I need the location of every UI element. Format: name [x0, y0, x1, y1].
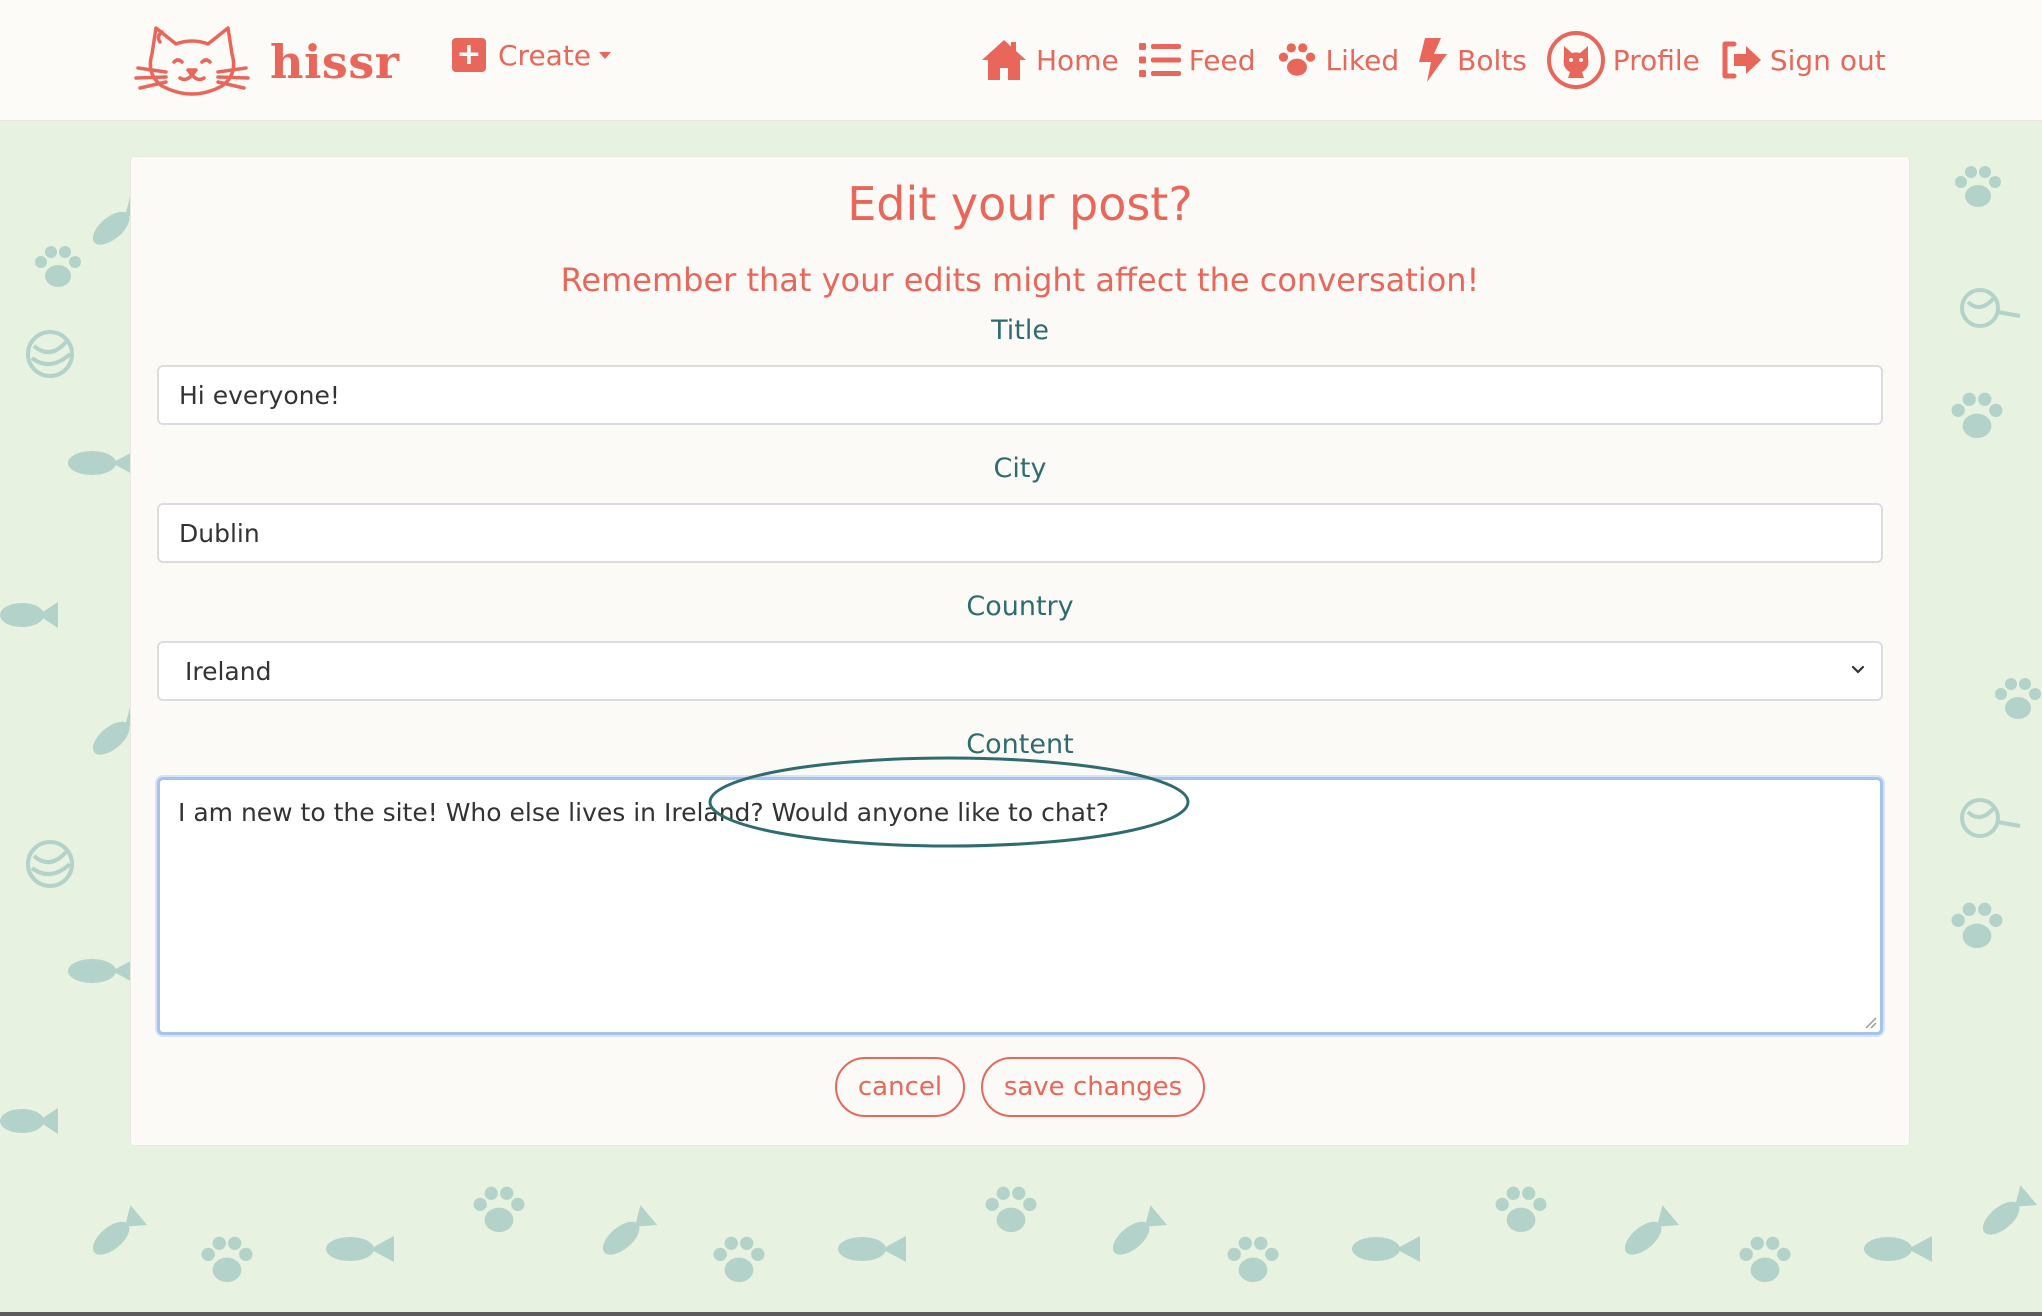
nav-feed[interactable]: Feed	[1138, 41, 1256, 79]
paw-print-icon	[201, 1236, 253, 1283]
fish-icon	[0, 1108, 58, 1134]
caret-down-icon	[599, 51, 612, 59]
nav-liked-label: Liked	[1325, 43, 1400, 77]
nav-profile[interactable]: Profile	[1546, 31, 1700, 89]
city-value: Dublin	[179, 518, 260, 548]
resize-handle-icon[interactable]	[1863, 1015, 1877, 1029]
avatar	[1546, 31, 1605, 89]
paw-print-icon	[1955, 166, 2001, 207]
yarn-ball-icon	[26, 330, 74, 378]
create-label: Create	[498, 38, 592, 72]
brand-name: hissr	[270, 35, 400, 89]
title-input[interactable]: Hi everyone!	[157, 365, 1883, 425]
nav-home[interactable]: Home	[980, 38, 1119, 82]
nav-bolts[interactable]: Bolts	[1419, 38, 1527, 82]
nav-sign-out[interactable]: Sign out	[1720, 40, 1886, 80]
nav-links: Home Feed Liked Bolts Profile Sign out	[980, 22, 1906, 98]
nav-home-label: Home	[1036, 43, 1119, 77]
list-icon	[1138, 43, 1181, 77]
paw-icon	[1278, 43, 1315, 76]
brand-link[interactable]: hissr	[130, 22, 399, 102]
chevron-down-icon	[1851, 665, 1865, 674]
paw-print-icon	[1995, 678, 2041, 719]
city-input[interactable]: Dublin	[157, 503, 1883, 563]
nav-feed-label: Feed	[1188, 43, 1256, 77]
paw-print-icon	[1227, 1236, 1279, 1283]
fish-icon	[1982, 1185, 2038, 1235]
plus-square-icon: +	[452, 38, 486, 72]
paw-print-icon	[1739, 1236, 1791, 1283]
cat-face-logo	[134, 26, 250, 96]
nav-sign-out-label: Sign out	[1769, 43, 1886, 77]
city-label: City	[993, 453, 1047, 484]
annotation-ellipse	[708, 756, 1190, 848]
paw-print-icon	[985, 1186, 1037, 1233]
nav-bolts-label: Bolts	[1457, 43, 1527, 77]
country-value: Ireland	[185, 656, 272, 686]
paw-print-icon	[35, 246, 81, 287]
cancel-button[interactable]: cancel	[835, 1057, 965, 1117]
paw-print-icon	[713, 1236, 765, 1283]
paw-print-icon	[473, 1186, 525, 1233]
paw-print-icon	[1951, 392, 2003, 439]
nav-profile-label: Profile	[1612, 43, 1700, 77]
cat-avatar-icon	[1563, 46, 1589, 78]
fish-icon	[68, 450, 136, 476]
page-title: Edit your post?	[847, 177, 1193, 231]
nav-liked[interactable]: Liked	[1276, 40, 1400, 80]
fish-icon	[1624, 1205, 1680, 1255]
save-changes-button[interactable]: save changes	[981, 1057, 1205, 1117]
fish-icon	[602, 1205, 658, 1255]
fish-icon	[1864, 1236, 1932, 1262]
yarn-ball-icon	[1960, 288, 2021, 328]
create-dropdown[interactable]: + Create	[452, 38, 612, 72]
page: hissr + Create Home Feed Liked Bolts Pro…	[0, 0, 2042, 1312]
paw-print-icon	[1495, 1186, 1547, 1233]
fish-icon	[1352, 1236, 1420, 1262]
yarn-ball-icon	[26, 840, 74, 888]
country-label: Country	[966, 591, 1074, 622]
fish-icon	[1112, 1205, 1168, 1255]
fish-icon	[326, 1236, 394, 1262]
edit-post-card: Edit your post? Remember that your edits…	[130, 156, 1910, 1146]
bolt-icon	[1419, 38, 1448, 82]
title-value: Hi everyone!	[179, 380, 340, 410]
fish-icon	[92, 1205, 148, 1255]
fish-icon	[0, 602, 58, 628]
country-select[interactable]: Ireland	[157, 641, 1883, 701]
edit-warning: Remember that your edits might affect th…	[560, 261, 1480, 299]
yarn-ball-icon	[1960, 798, 2021, 838]
home-icon	[982, 40, 1026, 80]
title-label: Title	[991, 315, 1049, 346]
fish-icon	[838, 1236, 906, 1262]
navbar: hissr + Create Home Feed Liked Bolts Pro…	[0, 0, 2042, 121]
paw-print-icon	[1951, 902, 2003, 949]
sign-out-icon	[1722, 41, 1761, 79]
fish-icon	[68, 958, 136, 984]
